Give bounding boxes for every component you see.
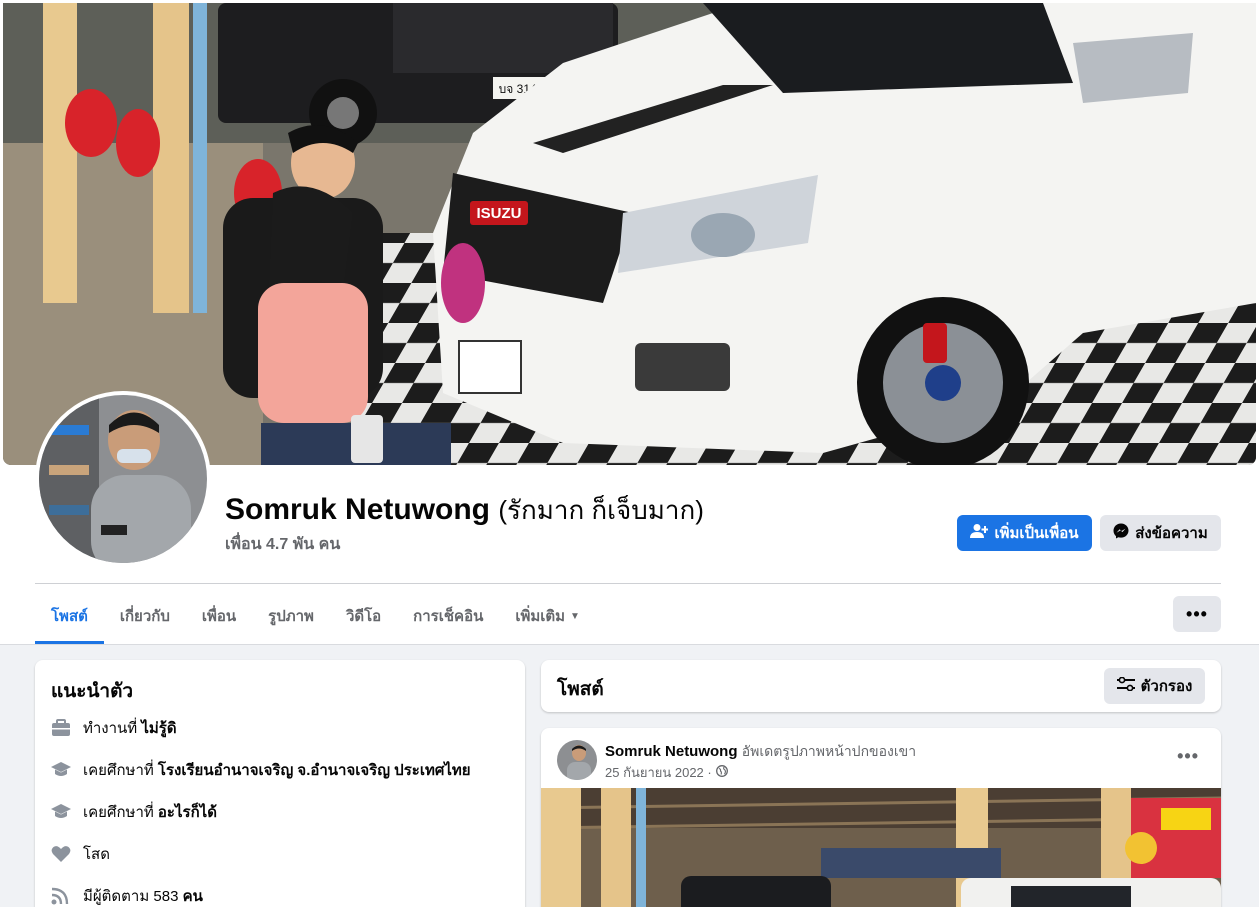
tab-videos[interactable]: วิดีโอ xyxy=(330,588,397,644)
more-options-button[interactable]: ••• xyxy=(1173,596,1221,632)
graduation-cap-icon xyxy=(51,802,71,822)
profile-tabs: โพสต์ เกี่ยวกับ เพื่อน รูปภาพ วิดีโอ การ… xyxy=(35,588,596,644)
add-friend-label: เพิ่มเป็นเพื่อน xyxy=(994,525,1079,542)
intro-relationship-text: โสด xyxy=(83,846,110,863)
profile-alternate-name: (รักมาก ก็เจ็บมาก) xyxy=(498,495,704,525)
post-header-line: Somruk Netuwong อัพเดตรูปภาพหน้าปกของเขา xyxy=(605,741,916,763)
profile-avatar[interactable] xyxy=(35,391,211,567)
posts-header-card: โพสต์ ตัวกรอง xyxy=(541,660,1221,712)
post-action-text: อัพเดตรูปภาพหน้าปกของเขา xyxy=(741,743,917,759)
tab-checkins[interactable]: การเช็คอิน xyxy=(397,588,499,644)
isuzu-badge: ISUZU xyxy=(477,205,522,222)
post-date[interactable]: 25 กันยายน 2022 · xyxy=(605,762,712,783)
filter-icon xyxy=(1116,676,1135,695)
add-friend-button[interactable]: เพิ่มเป็นเพื่อน xyxy=(957,515,1092,551)
filter-label: ตัวกรอง xyxy=(1140,678,1193,695)
intro-education-1-text: เคยศึกษาที่ โรงเรียนอำนาจเจริญ จ.อำนาจเจ… xyxy=(83,762,471,779)
profile-name-text: Somruk Netuwong xyxy=(225,493,491,526)
tab-more-label: เพิ่มเติม xyxy=(515,608,566,625)
tab-friends[interactable]: เพื่อน xyxy=(186,588,252,644)
cover-photo[interactable]: บจ 3149 ISUZU xyxy=(3,3,1256,465)
intro-item-work: ทำงานที่ ไม่รู้ดิ xyxy=(51,716,177,740)
tab-photos[interactable]: รูปภาพ xyxy=(252,588,330,644)
post-meta: 25 กันยายน 2022 · xyxy=(605,762,728,783)
rss-icon xyxy=(51,886,71,906)
intro-followers-text: มีผู้ติดตาม 583 คน xyxy=(83,888,203,905)
tab-more[interactable]: เพิ่มเติม ▼ xyxy=(499,588,596,644)
heart-icon xyxy=(51,844,71,864)
post-card: Somruk Netuwong อัพเดตรูปภาพหน้าปกของเขา… xyxy=(541,728,1221,907)
globe-icon xyxy=(715,765,728,780)
tab-posts[interactable]: โพสต์ xyxy=(35,588,104,644)
intro-item-education-2: เคยศึกษาที่ อะไรก็ได้ xyxy=(51,800,217,824)
intro-work-text: ทำงานที่ ไม่รู้ดิ xyxy=(83,720,177,737)
message-label: ส่งข้อความ xyxy=(1135,525,1208,542)
friends-count[interactable]: เพื่อน 4.7 พัน คน xyxy=(225,532,340,557)
caret-down-icon: ▼ xyxy=(570,610,580,622)
post-author-avatar[interactable] xyxy=(557,740,597,780)
intro-title: แนะนำตัว xyxy=(51,681,134,702)
posts-title: โพสต์ xyxy=(557,679,604,700)
intro-item-education-1: เคยศึกษาที่ โรงเรียนอำนาจเจริญ จ.อำนาจเจ… xyxy=(51,758,471,782)
intro-item-relationship: โสด xyxy=(51,842,110,866)
post-options-button[interactable]: ••• xyxy=(1177,746,1199,767)
intro-item-followers: มีผู้ติดตาม 583 คน xyxy=(51,884,203,907)
briefcase-icon xyxy=(51,718,71,738)
messenger-icon xyxy=(1113,523,1129,543)
profile-name: Somruk Netuwong (รักมาก ก็เจ็บมาก) xyxy=(225,490,704,531)
filter-button[interactable]: ตัวกรอง xyxy=(1104,668,1205,704)
post-author-name[interactable]: Somruk Netuwong xyxy=(605,743,738,760)
graduation-cap-icon xyxy=(51,760,71,780)
message-button[interactable]: ส่งข้อความ xyxy=(1100,515,1221,551)
add-friend-icon xyxy=(970,523,989,543)
tab-about[interactable]: เกี่ยวกับ xyxy=(104,588,186,644)
intro-card: แนะนำตัว ทำงานที่ ไม่รู้ดิ เคยศึกษาที่ โ… xyxy=(35,660,525,907)
intro-education-2-text: เคยศึกษาที่ อะไรก็ได้ xyxy=(83,804,217,821)
header-divider xyxy=(35,583,1221,584)
post-photo[interactable] xyxy=(541,788,1221,907)
